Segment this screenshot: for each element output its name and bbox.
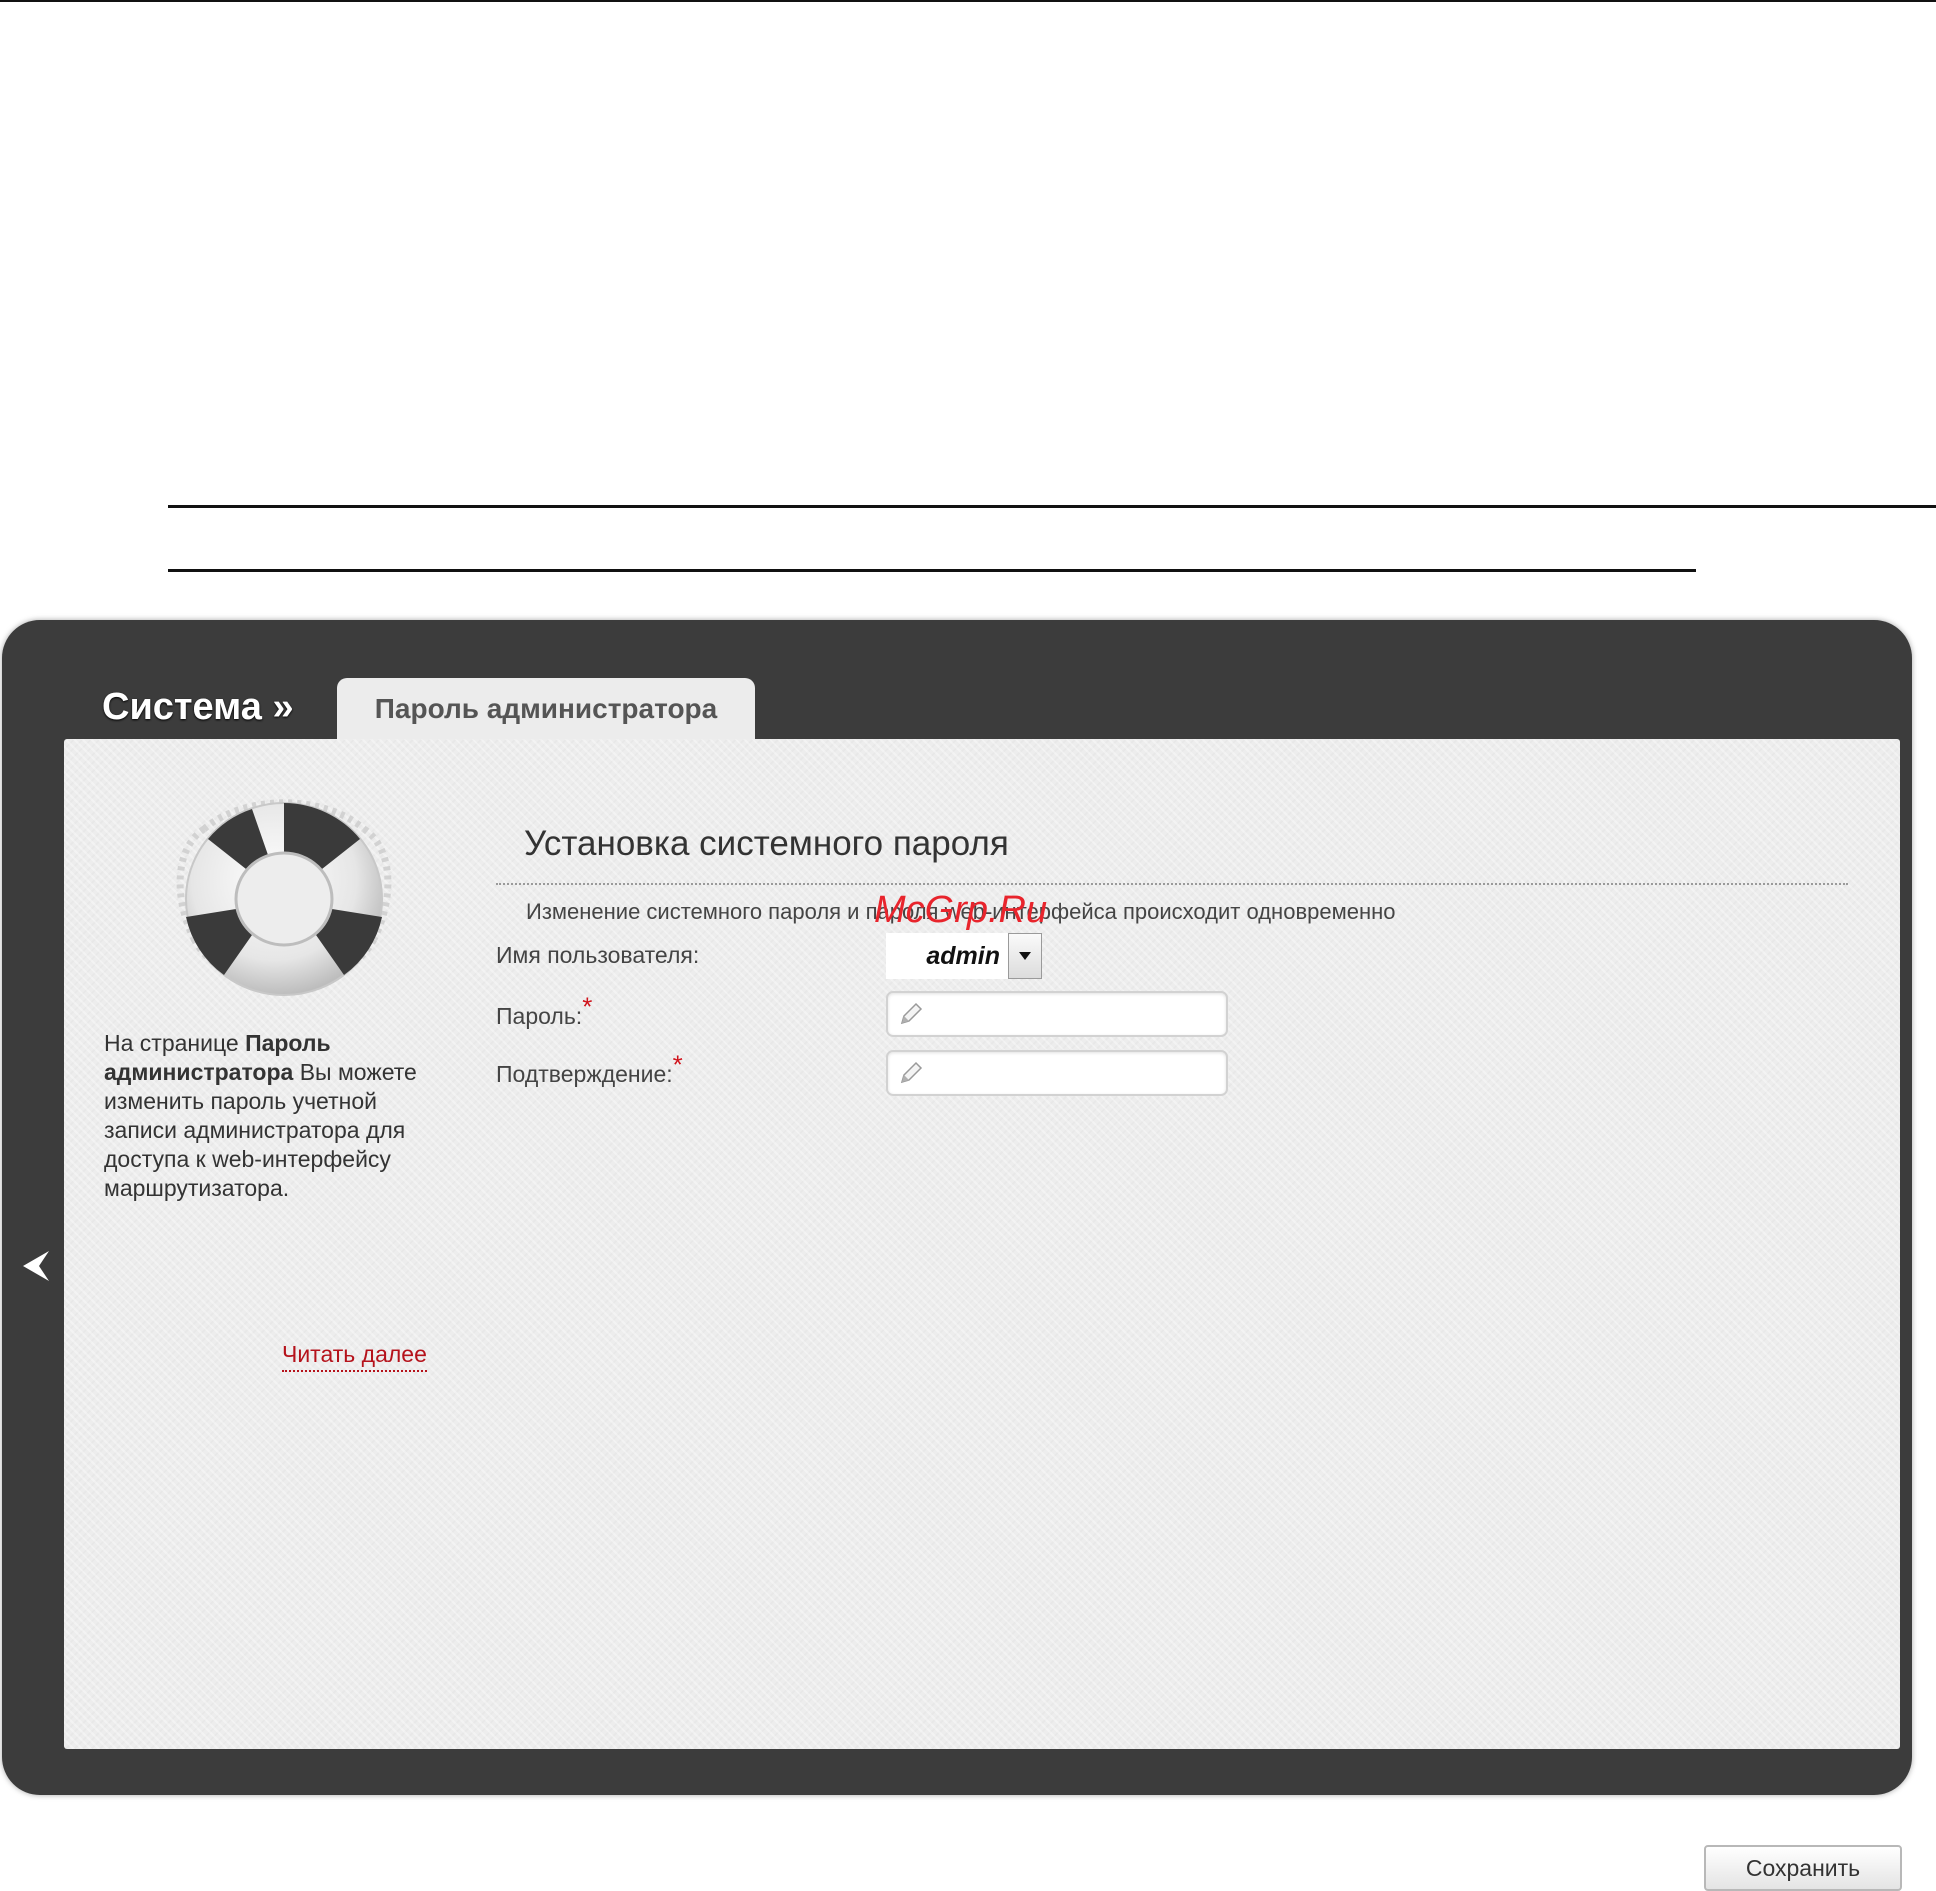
username-select-value: admin — [926, 942, 1000, 970]
document-rule — [168, 569, 1696, 572]
content-panel: На странице Пароль администратора Вы мож… — [64, 739, 1902, 1891]
dropdown-button[interactable] — [1008, 933, 1042, 979]
section-divider — [496, 883, 1848, 885]
pencil-icon — [900, 1002, 923, 1025]
section-title: Установка системного пароля — [524, 824, 1009, 863]
caret-down-icon — [1019, 952, 1031, 960]
confirm-label-text: Подтверждение: — [496, 1061, 673, 1087]
document-rule — [168, 505, 1936, 508]
password-label-text: Пароль: — [496, 1003, 583, 1029]
confirm-label: Подтверждение:* — [496, 1051, 683, 1088]
breadcrumb[interactable]: Система » — [102, 686, 294, 729]
password-label: Пароль:* — [496, 993, 592, 1030]
lifebuoy-icon — [176, 799, 392, 996]
save-button[interactable]: Сохранить — [1704, 1845, 1902, 1891]
confirm-password-field[interactable] — [886, 1050, 1228, 1096]
tab-admin-password[interactable]: Пароль администратора — [337, 678, 755, 740]
document-rule-top — [0, 0, 1936, 2]
pencil-icon — [900, 1061, 923, 1084]
required-marker: * — [582, 991, 593, 1022]
username-select[interactable]: admin — [886, 933, 1042, 979]
username-label: Имя пользователя: — [496, 942, 700, 968]
password-field[interactable] — [886, 991, 1228, 1037]
help-text: На странице Пароль администратора Вы мож… — [104, 1029, 444, 1203]
back-button[interactable] — [16, 1246, 56, 1286]
chevron-left-icon — [23, 1251, 49, 1281]
required-marker: * — [672, 1049, 683, 1080]
router-ui-frame: Система » Пароль администратора На стран… — [2, 620, 1912, 1891]
help-intro: На странице — [104, 1030, 246, 1056]
watermark: McGrp.Ru — [874, 889, 1048, 931]
read-more-link[interactable]: Читать далее — [282, 1341, 427, 1372]
